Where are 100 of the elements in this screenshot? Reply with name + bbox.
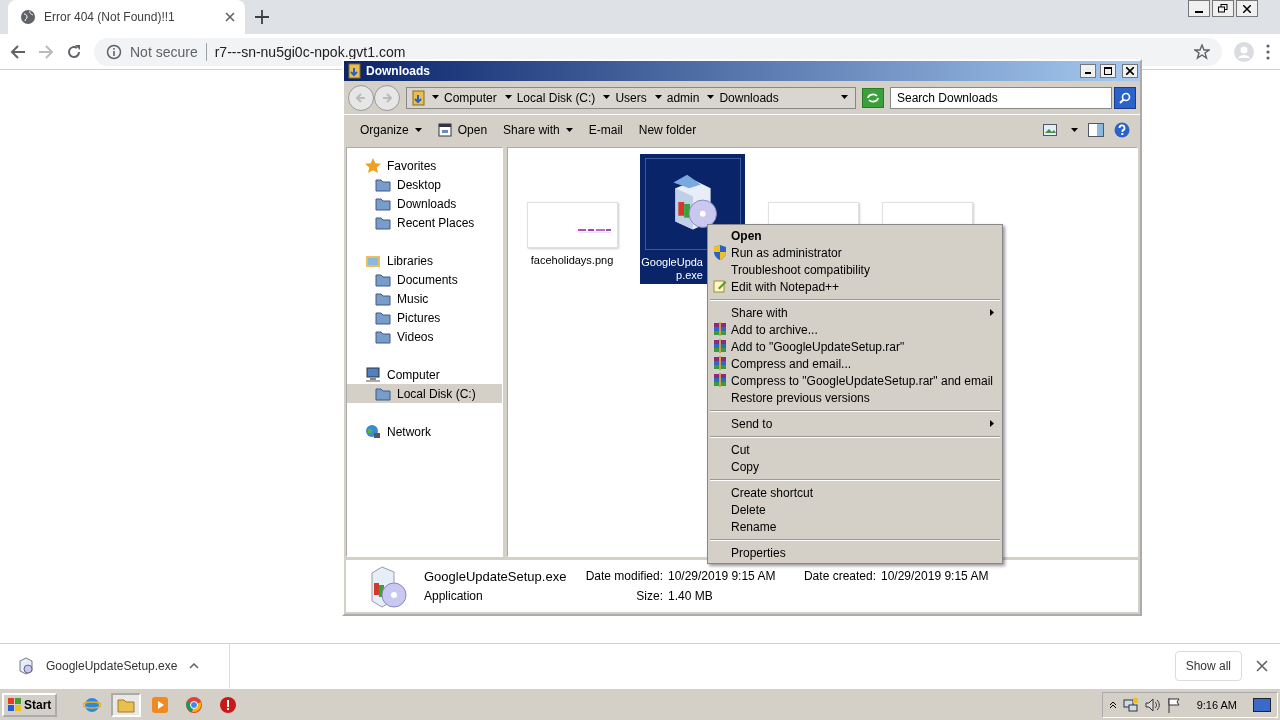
caret-icon — [654, 95, 662, 100]
window-icon — [437, 123, 452, 137]
search-button[interactable] — [1114, 86, 1136, 109]
forward-arrow-icon — [38, 43, 54, 60]
show-all-button[interactable]: Show all — [1174, 651, 1242, 681]
notepad-icon — [713, 279, 727, 293]
menu-item[interactable]: Compress to "GoogleUpdateSetup.rar" and email — [710, 372, 1000, 389]
toolbar-button[interactable]: E-mail — [582, 120, 629, 140]
volume-icon — [1144, 696, 1161, 713]
breadcrumb-item[interactable]: Computer — [429, 90, 500, 105]
folder-icon — [375, 386, 391, 401]
folder-icon — [375, 272, 391, 287]
reload-button[interactable] — [66, 43, 82, 60]
back-arrow-icon — [356, 92, 366, 103]
start-button[interactable]: Start — [2, 692, 58, 717]
close-icon — [1256, 660, 1268, 672]
menu-item[interactable]: Copy — [710, 458, 1000, 475]
folder-icon — [375, 196, 391, 211]
menu-item[interactable]: Add to archive... — [710, 321, 1000, 338]
close-button[interactable] — [1122, 64, 1138, 78]
close-tab-button[interactable] — [225, 12, 235, 22]
menu-item[interactable]: Delete — [710, 501, 1000, 518]
clock-time[interactable]: 9:16 AM — [1196, 698, 1237, 711]
breadcrumb-item[interactable]: Local Disk (C:) — [501, 90, 599, 105]
chevron-up-icon — [1108, 700, 1117, 709]
search-field[interactable]: Search Downloads — [890, 86, 1112, 109]
refresh-button[interactable] — [862, 87, 884, 108]
menu-button[interactable] — [1266, 43, 1270, 60]
nav-group[interactable]: Network — [347, 422, 502, 441]
submenu-arrow-icon — [990, 420, 994, 427]
nav-group[interactable]: Libraries — [347, 251, 502, 270]
toolbar-button[interactable]: New folder — [632, 120, 703, 140]
nav-item[interactable]: Music — [347, 289, 502, 308]
detail-label: Size: — [635, 589, 663, 603]
toolbar-button[interactable]: Open — [431, 120, 494, 140]
plus-icon — [255, 10, 269, 24]
minimize-icon — [1195, 10, 1203, 13]
caret-icon — [432, 95, 439, 100]
folder-icon — [117, 696, 136, 713]
close-button[interactable] — [1236, 0, 1258, 17]
submenu-arrow-icon — [990, 309, 994, 316]
menu-item[interactable]: Create shortcut — [710, 484, 1000, 501]
network-icon — [365, 423, 381, 440]
url-text: r7---sn-nu5gi0c-npok.gvt1.com — [214, 43, 406, 60]
flag-icon — [1166, 696, 1181, 713]
security-label: Not secure — [130, 43, 198, 60]
detail-value: 10/29/2019 9:15 AM — [881, 569, 989, 584]
taskbar-app[interactable] — [111, 692, 142, 717]
computer-icon — [365, 366, 381, 383]
menu-item[interactable]: Add to "GoogleUpdateSetup.rar" — [710, 338, 1000, 355]
nav-item[interactable]: Local Disk (C:) — [347, 384, 502, 403]
forward-arrow-icon — [382, 92, 392, 103]
breadcrumb-item[interactable]: Downloads — [704, 90, 782, 105]
breadcrumb-bar[interactable]: Computer Local Disk (C:) Users admin Downloads — [406, 86, 856, 109]
menu-item[interactable]: Send to — [710, 415, 1000, 432]
file-name: GoogleUpdateSetup.exe — [424, 569, 568, 584]
folder-icon — [375, 177, 391, 192]
restore-button[interactable] — [1212, 0, 1234, 17]
menu-item[interactable]: Share with — [710, 304, 1000, 321]
nav-item[interactable]: Desktop — [347, 175, 502, 194]
nav-group[interactable]: Computer — [347, 365, 502, 384]
file-item[interactable]: faceholidays.png — [526, 154, 618, 267]
close-button[interactable] — [1256, 660, 1268, 672]
nav-item[interactable]: Pictures — [347, 308, 502, 327]
detail-label: Date created: — [802, 569, 876, 584]
file-type: Application — [424, 589, 484, 603]
menu-item[interactable]: Cut — [710, 441, 1000, 458]
nav-item[interactable]: Downloads — [347, 194, 502, 213]
help-button[interactable] — [1114, 122, 1130, 138]
preview-pane-button[interactable] — [1088, 123, 1104, 137]
menu-item[interactable]: Rename — [710, 518, 1000, 535]
installer-icon — [18, 657, 34, 675]
breadcrumb-item[interactable]: admin — [651, 90, 703, 105]
toolbar-button[interactable]: Organize — [354, 120, 428, 140]
maximize-button[interactable] — [1100, 64, 1116, 78]
nav-item[interactable]: Recent Places — [347, 213, 502, 232]
nav-item[interactable]: Videos — [347, 327, 502, 346]
expand-button[interactable] — [189, 663, 200, 669]
breadcrumb-item[interactable]: Users — [600, 90, 650, 105]
search-icon — [1119, 91, 1131, 104]
desktop-icon — [1253, 697, 1271, 712]
minimize-button[interactable] — [1188, 0, 1210, 17]
show-desktop-button[interactable] — [1253, 697, 1271, 712]
view-button[interactable] — [1043, 124, 1078, 136]
minimize-button[interactable] — [1080, 64, 1096, 78]
menu-item[interactable]: Compress and email... — [710, 355, 1000, 372]
avatar-icon — [1234, 41, 1254, 62]
back-button[interactable] — [10, 43, 26, 60]
menu-item[interactable]: Properties — [710, 544, 1000, 561]
folder-icon — [348, 63, 362, 79]
close-icon — [1243, 4, 1251, 13]
tray-expand-button[interactable] — [1108, 700, 1117, 709]
restore-icon — [1218, 4, 1228, 13]
help-icon — [1114, 122, 1130, 138]
nav-item[interactable]: Documents — [347, 270, 502, 289]
nav-group[interactable]: Favorites — [347, 156, 502, 175]
menu-item[interactable]: Restore previous versions — [710, 389, 1000, 406]
download-file-name[interactable]: GoogleUpdateSetup.exe — [46, 659, 178, 673]
browser-tab[interactable]: Error 404 (Not Found)!!1 — [8, 0, 245, 34]
toolbar-button[interactable]: Share with — [497, 120, 579, 140]
